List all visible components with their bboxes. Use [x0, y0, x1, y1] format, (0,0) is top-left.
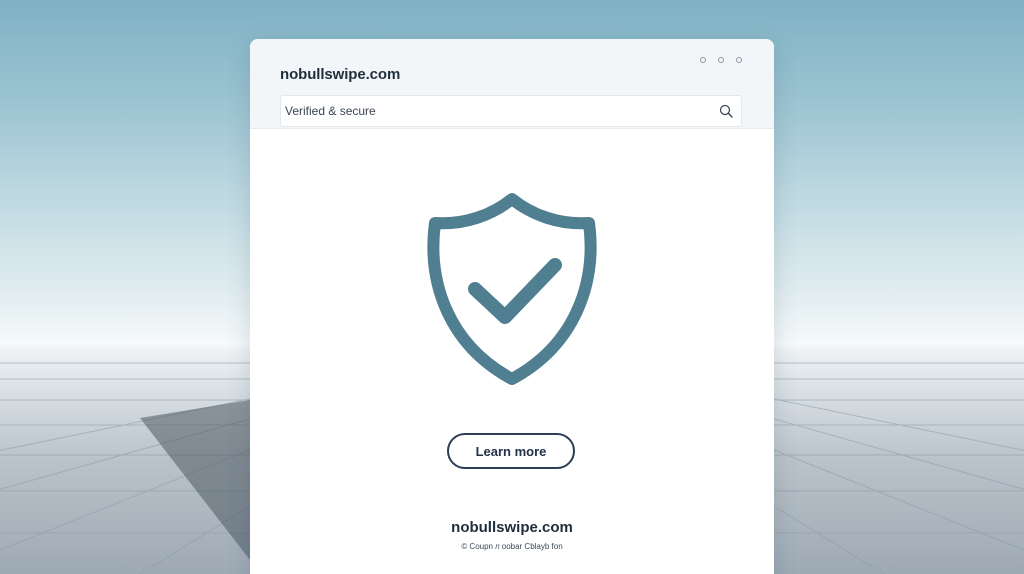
search-icon[interactable]: [719, 104, 733, 118]
browser-toolbar: nobullswipe.com Verified & secure: [250, 39, 774, 129]
site-title: nobullswipe.com: [280, 66, 401, 83]
address-bar[interactable]: Verified & secure: [280, 95, 742, 127]
address-text: Verified & secure: [285, 104, 376, 118]
window-controls: [700, 57, 742, 63]
close-control[interactable]: [736, 57, 742, 63]
minimize-control[interactable]: [700, 57, 706, 63]
footer-copyright: © Coupn 𝑛 oobar Cblayb fon: [461, 542, 563, 551]
shield-check-icon: [427, 193, 597, 385]
background-scene: nobullswipe.com Verified & secure Learn …: [0, 0, 1024, 574]
learn-more-button[interactable]: Learn more: [447, 433, 575, 469]
browser-window: nobullswipe.com Verified & secure Learn …: [250, 39, 774, 574]
restore-control[interactable]: [718, 57, 724, 63]
footer-brand: nobullswipe.com: [451, 519, 573, 536]
